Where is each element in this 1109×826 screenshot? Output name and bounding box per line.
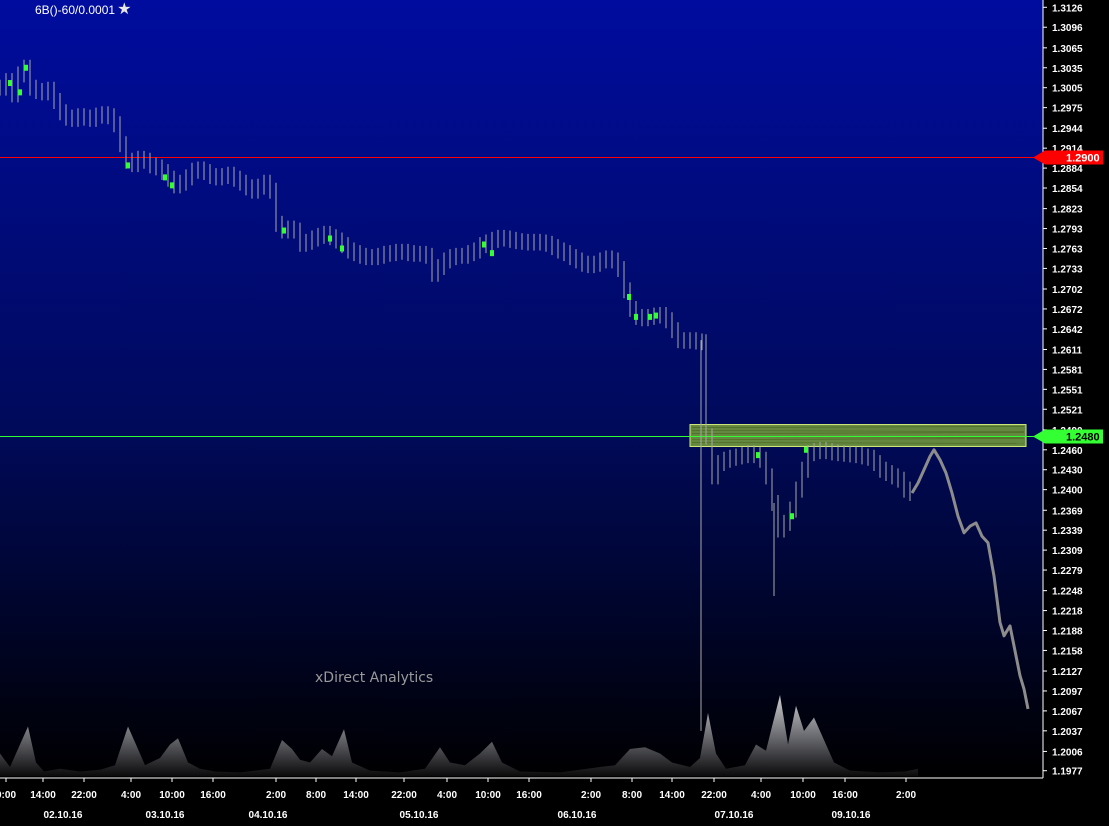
time-tick-label: 22:00: [71, 790, 97, 801]
signal-marker: [18, 89, 22, 96]
plot-area: [0, 0, 1043, 778]
time-tick-label: 22:00: [701, 790, 727, 801]
time-tick-label: 2:00: [266, 790, 286, 801]
price-tick-label: 1.3065: [1052, 44, 1083, 55]
signal-marker: [654, 312, 658, 319]
signal-marker: [126, 162, 130, 169]
price-tick-label: 1.2884: [1052, 164, 1083, 175]
time-tick-label: 10:00: [159, 790, 185, 801]
price-tick-label: 1.2127: [1052, 667, 1083, 678]
signal-marker: [648, 313, 652, 320]
price-tick-label: 1.2823: [1052, 205, 1083, 216]
price-tick-label: 1.2460: [1052, 446, 1083, 457]
time-tick-label: 8:00: [622, 790, 642, 801]
signal-marker: [482, 241, 486, 248]
price-tick-label: 1.2975: [1052, 104, 1083, 115]
time-tick-label: 16:00: [832, 790, 858, 801]
price-tick-label: 1.2551: [1052, 385, 1083, 396]
resistance-price-label: 1.2900: [1066, 152, 1100, 164]
price-tick-label: 1.2642: [1052, 325, 1083, 336]
price-tick-label: 1.2309: [1052, 546, 1083, 557]
price-tick-label: 1.2218: [1052, 607, 1083, 618]
price-tick-label: 1.2581: [1052, 365, 1083, 376]
signal-marker: [804, 446, 808, 453]
time-tick-label: 2:00: [896, 790, 916, 801]
watermark: xDirect Analytics: [315, 670, 434, 686]
time-tick-label: 4:00: [751, 790, 771, 801]
signal-marker: [756, 452, 760, 459]
signal-marker: [163, 174, 167, 181]
price-tick-label: 1.3126: [1052, 3, 1083, 14]
price-tick-label: 1.2854: [1052, 184, 1083, 195]
date-label: 02.10.16: [44, 810, 83, 821]
price-tick-label: 1.2702: [1052, 285, 1083, 296]
price-tick-label: 1.2279: [1052, 566, 1083, 577]
price-tick-label: 1.2611: [1052, 345, 1082, 356]
chart-window: 1.3126 1.3096 1.3065 1.3035 1.3005 1.2975 1.29…: [0, 0, 1109, 826]
price-tick-label: 1.3096: [1052, 23, 1083, 34]
price-tick-label: 1.3005: [1052, 84, 1083, 95]
price-tick-label: 1.2037: [1052, 727, 1083, 738]
date-label: 09.10.16: [832, 810, 871, 821]
time-tick-label: 10:00: [790, 790, 816, 801]
time-tick-label: 2:00: [581, 790, 601, 801]
date-label: 04.10.16: [249, 810, 288, 821]
time-tick-label: 14:00: [343, 790, 369, 801]
price-chart[interactable]: 1.3126 1.3096 1.3065 1.3035 1.3005 1.2975 1.29…: [0, 0, 1109, 826]
price-tick-label: 1.2763: [1052, 244, 1083, 255]
signal-marker: [340, 245, 344, 252]
symbol-header: 6B()-60/0.0001 ★: [35, 2, 131, 18]
price-tick-label: 1.2793: [1052, 225, 1083, 236]
price-tick-label: 1.2097: [1052, 687, 1083, 698]
time-tick-label: 4:00: [121, 790, 141, 801]
price-tick-label: 1.2672: [1052, 305, 1083, 316]
date-label: 03.10.16: [146, 810, 185, 821]
price-tick-label: 1.2188: [1052, 627, 1083, 638]
price-tick-label: 1.2248: [1052, 587, 1083, 598]
price-tick-label: 1.1977: [1052, 767, 1083, 778]
time-tick-label: 8:00: [306, 790, 326, 801]
star-icon[interactable]: ★: [117, 2, 131, 18]
support-price-label: 1.2480: [1066, 432, 1100, 444]
signal-marker: [634, 313, 638, 320]
time-tick-label: 22:00: [391, 790, 417, 801]
date-label: 07.10.16: [715, 810, 754, 821]
price-tick-label: 1.2400: [1052, 486, 1083, 497]
date-label: 06.10.16: [558, 810, 597, 821]
price-tick-label: 1.2067: [1052, 707, 1083, 718]
price-tick-label: 1.2339: [1052, 526, 1083, 537]
price-tick-label: 1.2521: [1052, 405, 1083, 416]
signal-marker: [490, 250, 494, 257]
price-tick-label: 1.2006: [1052, 747, 1083, 758]
time-tick-label: 4:00: [437, 790, 457, 801]
signal-marker: [328, 235, 332, 242]
symbol-label: 6B()-60/0.0001: [35, 3, 116, 17]
date-label: 05.10.16: [400, 810, 439, 821]
signal-marker: [8, 80, 12, 87]
price-tick-label: 1.3035: [1052, 64, 1083, 75]
price-tick-label: 1.2158: [1052, 646, 1083, 657]
signal-marker: [282, 227, 286, 234]
time-tick-label: 14:00: [659, 790, 685, 801]
price-tick-label: 1.2430: [1052, 466, 1083, 477]
signal-marker: [627, 293, 631, 300]
time-tick-label: 16:00: [516, 790, 542, 801]
signal-marker: [790, 513, 794, 520]
price-tick-label: 1.2944: [1052, 124, 1083, 135]
time-tick-label: 10:00: [475, 790, 501, 801]
signal-marker: [24, 64, 28, 71]
time-tick-label: 14:00: [30, 790, 56, 801]
time-tick-label: 0:00: [0, 790, 16, 801]
signal-marker: [170, 182, 174, 189]
time-tick-label: 16:00: [200, 790, 226, 801]
price-tick-label: 1.2369: [1052, 506, 1083, 517]
price-tick-label: 1.2733: [1052, 264, 1083, 275]
